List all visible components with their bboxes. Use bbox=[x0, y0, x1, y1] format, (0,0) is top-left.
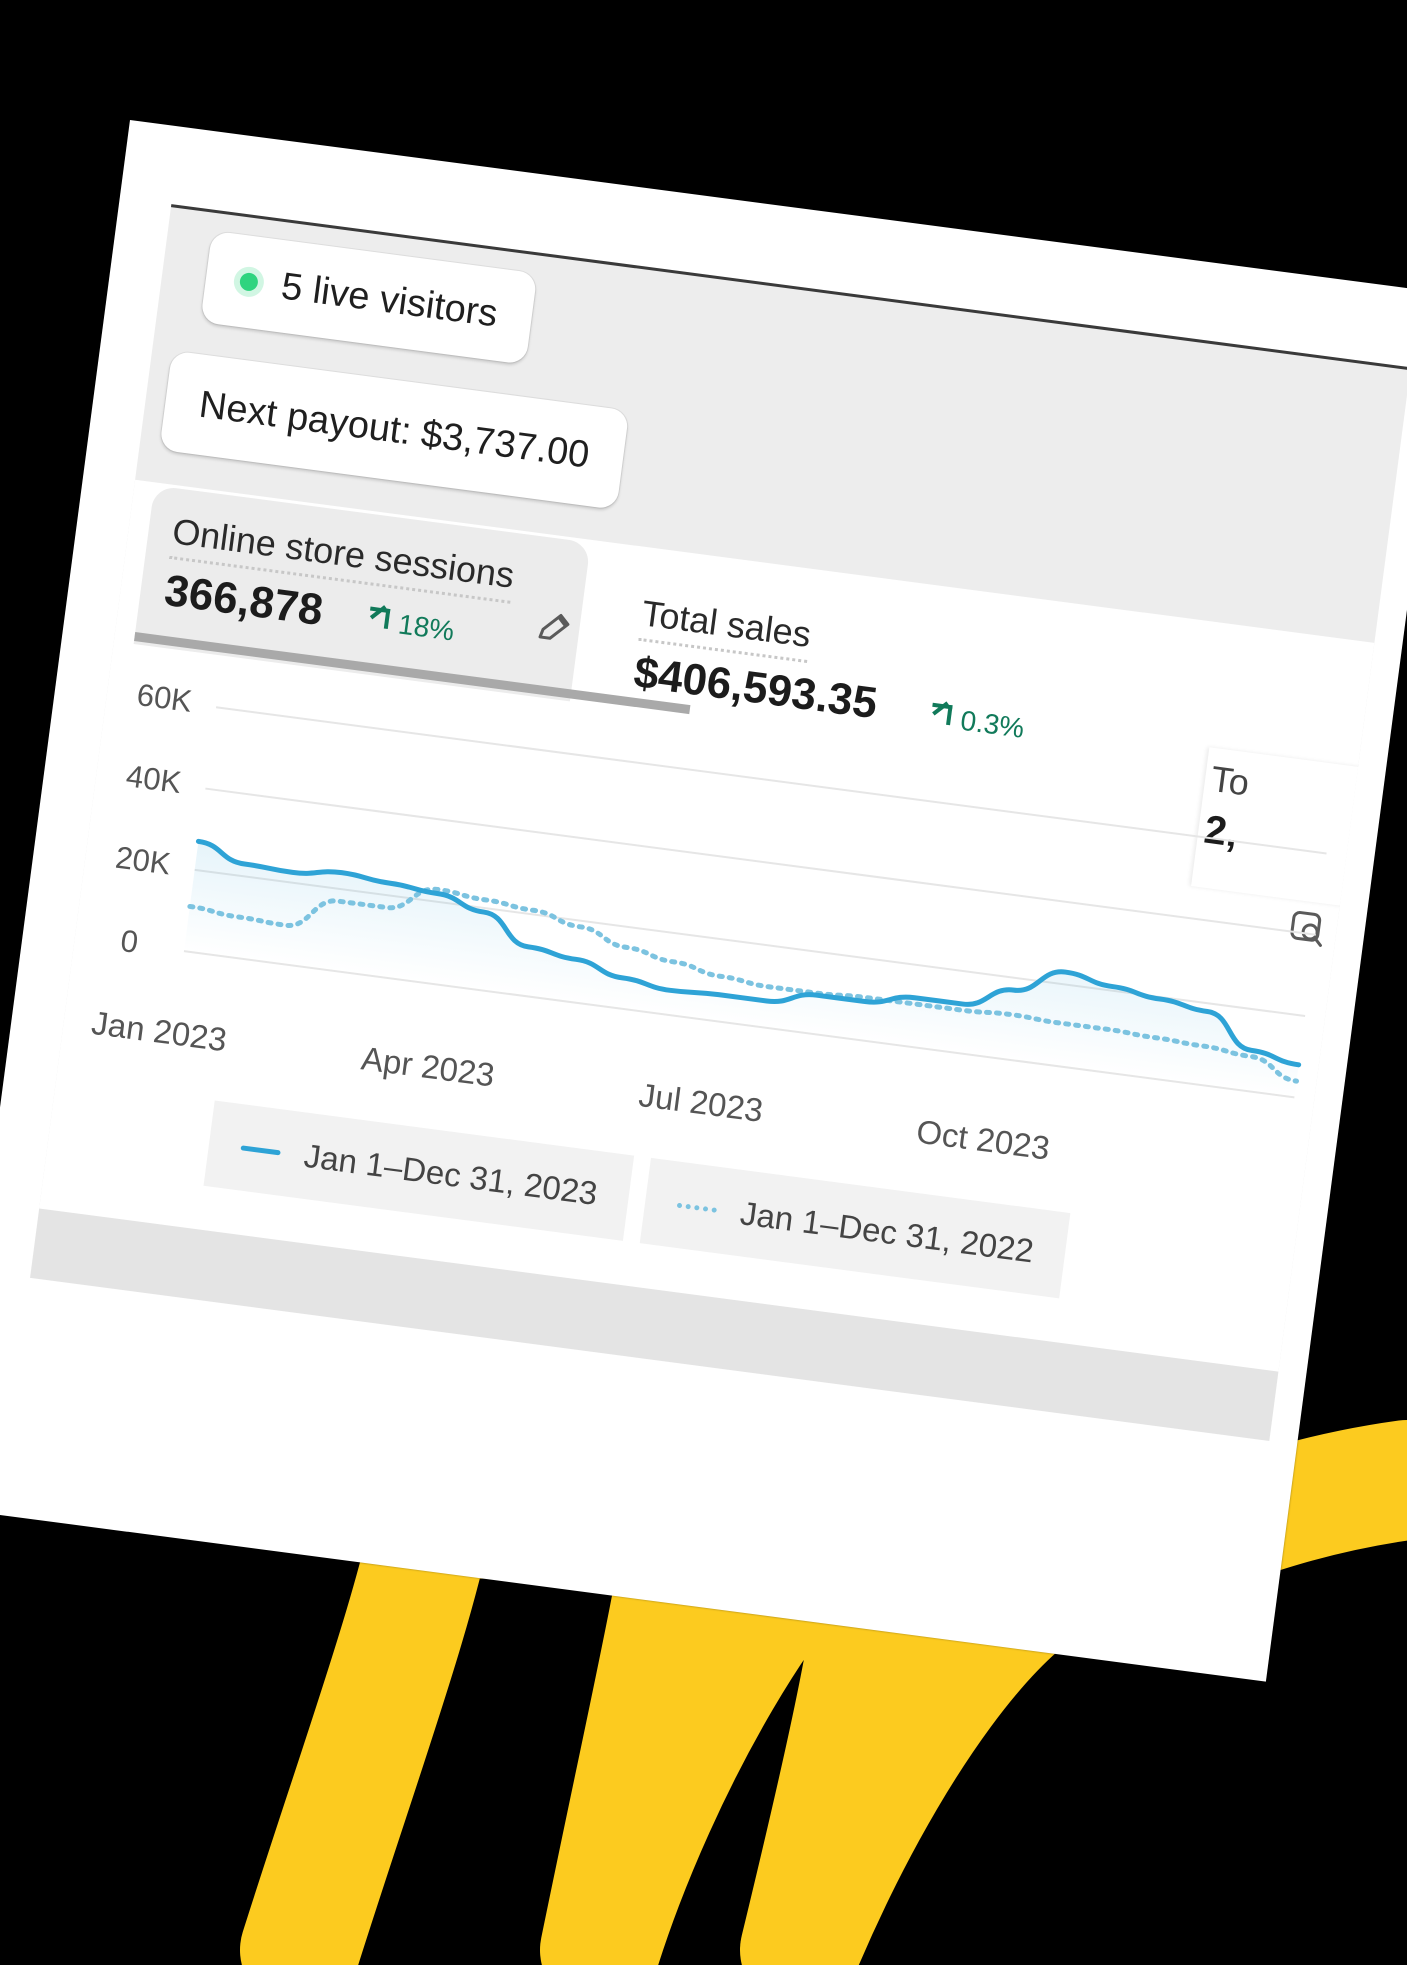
analytics-screen: 5 live visitors Next payout: $3,737.00 O… bbox=[30, 204, 1407, 1442]
arrow-up-right-icon bbox=[930, 702, 953, 726]
next-payout-label: Next payout: $3,737.00 bbox=[196, 383, 592, 477]
live-status-dot bbox=[238, 271, 259, 293]
arrow-up-right-icon bbox=[367, 606, 391, 629]
next-payout-button[interactable]: Next payout: $3,737.00 bbox=[159, 350, 630, 510]
live-visitors-label: 5 live visitors bbox=[278, 264, 501, 335]
metric-change-sessions-value: 18% bbox=[396, 608, 457, 647]
legend-label-previous: Jan 1–Dec 31, 2022 bbox=[738, 1194, 1036, 1270]
legend-label-current: Jan 1–Dec 31, 2023 bbox=[301, 1136, 600, 1213]
legend-dotted-line-swatch bbox=[676, 1202, 718, 1213]
legend-solid-line-swatch bbox=[240, 1144, 281, 1155]
photo-frame: 5 live visitors Next payout: $3,737.00 O… bbox=[0, 120, 1407, 1682]
live-visitors-button[interactable]: 5 live visitors bbox=[200, 230, 537, 365]
pencil-icon[interactable] bbox=[531, 606, 576, 651]
